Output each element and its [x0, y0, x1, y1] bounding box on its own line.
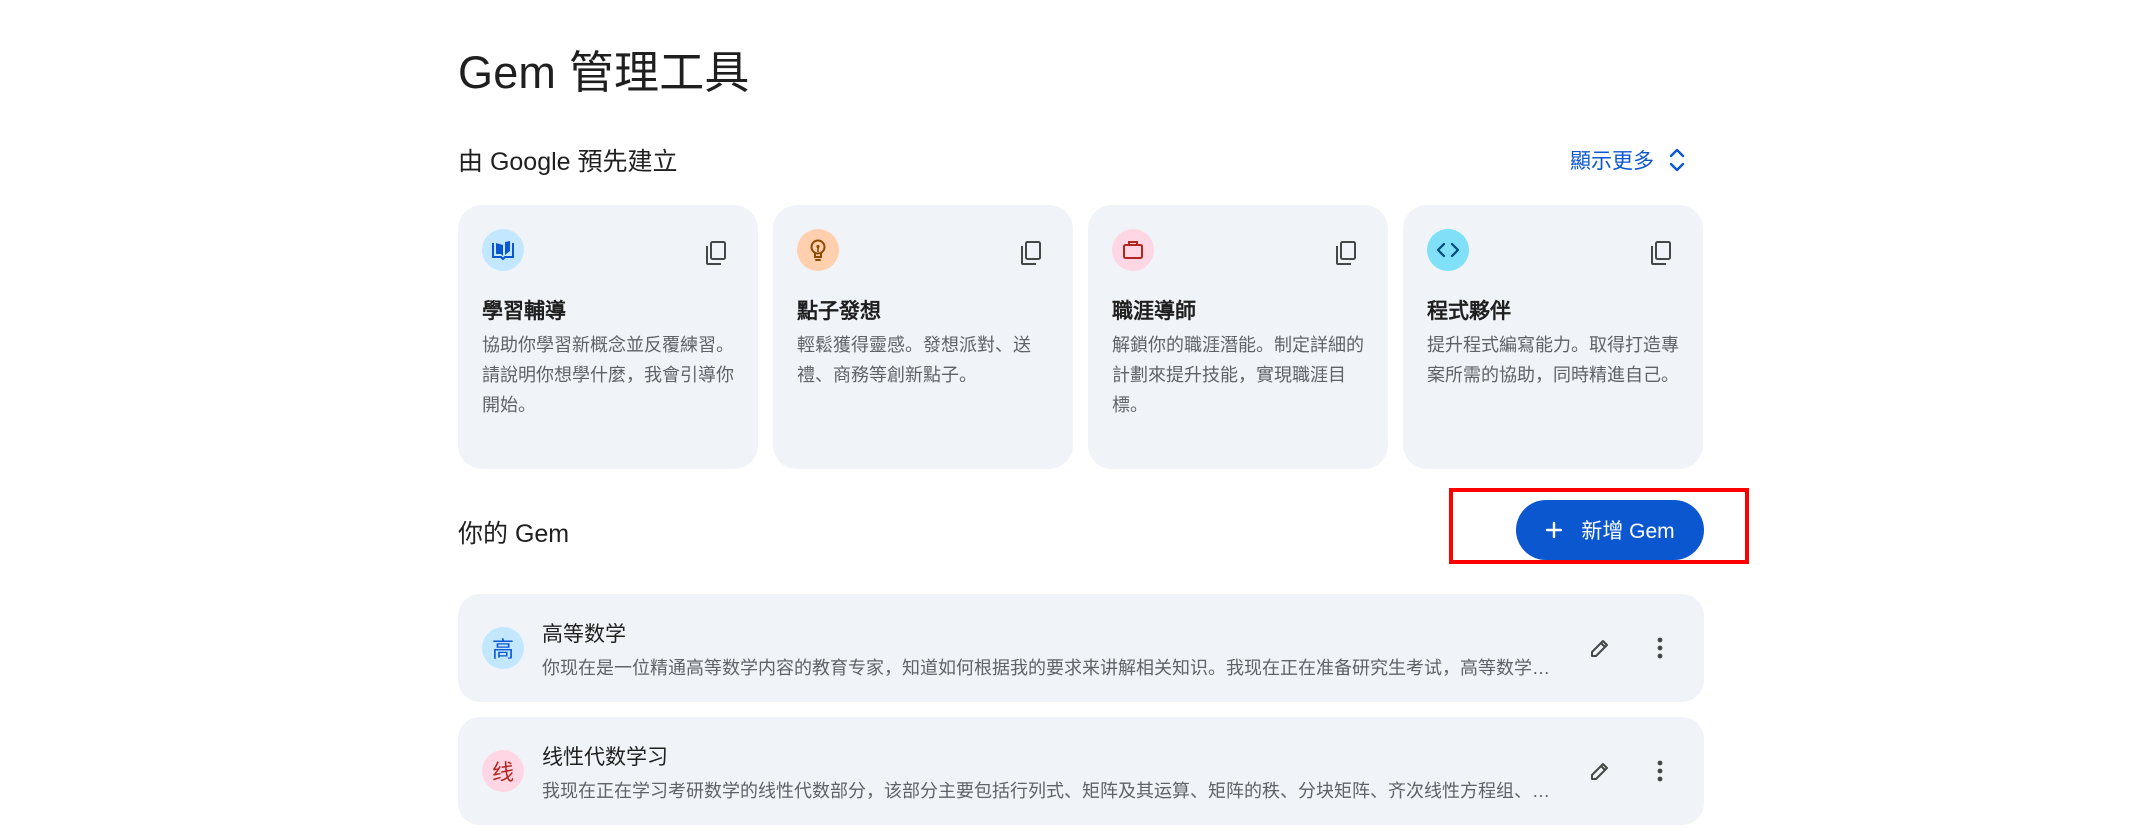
my-gems-section-title: 你的 Gem [458, 520, 570, 548]
premade-header: 由 Google 預先建立 顯示更多 [458, 142, 1704, 178]
show-more-button[interactable]: 顯示更多 [1570, 145, 1686, 175]
more-vert-icon[interactable] [1640, 628, 1680, 668]
unfold-more-icon [1669, 148, 1685, 172]
gem-manager-page: Gem 管理工具 由 Google 預先建立 顯示更多 學習輔導 協助你學習新概… [0, 0, 2153, 830]
gem-avatar: 线 [482, 750, 524, 792]
card-title: 點子發想 [797, 300, 881, 323]
highlight-box [1449, 488, 1749, 564]
premade-cards: 學習輔導 協助你學習新概念並反覆練習。請說明你想學什麼，我會引導你開始。 點子發… [458, 205, 1704, 469]
gem-avatar: 高 [482, 627, 524, 669]
gem-name: 高等数学 [542, 623, 626, 646]
premade-card-coding-partner[interactable]: 程式夥伴 提升程式編寫能力。取得打造專案所需的協助，同時精進自己。 [1403, 205, 1703, 469]
briefcase-icon [1112, 229, 1154, 271]
pencil-icon[interactable] [1580, 628, 1620, 668]
more-vert-icon[interactable] [1640, 751, 1680, 791]
gem-row[interactable]: 线 线性代数学习 我现在正在学习考研数学的线性代数部分，该部分主要包括行列式、矩… [458, 717, 1704, 825]
card-description: 協助你學習新概念並反覆練習。請說明你想學什麼，我會引導你開始。 [482, 335, 734, 415]
book-icon [482, 229, 524, 271]
code-icon [1427, 229, 1469, 271]
pencil-icon[interactable] [1580, 751, 1620, 791]
premade-section-title: 由 Google 預先建立 [458, 148, 678, 176]
show-more-label: 顯示更多 [1570, 150, 1654, 173]
card-title: 學習輔導 [482, 300, 566, 323]
premade-card-brainstormer[interactable]: 點子發想 輕鬆獲得靈感。發想派對、送禮、商務等創新點子。 [773, 205, 1073, 469]
gem-description: 你现在是一位精通高等数学内容的教育专家，知道如何根据我的要求来讲解相关知识。我现… [542, 658, 1550, 678]
premade-card-learning-coach[interactable]: 學習輔導 協助你學習新概念並反覆練習。請說明你想學什麼，我會引導你開始。 [458, 205, 758, 469]
card-title: 程式夥伴 [1427, 300, 1511, 323]
card-description: 解鎖你的職涯潛能。制定詳細的計劃來提升技能，實現職涯目標。 [1112, 335, 1364, 415]
card-description: 輕鬆獲得靈感。發想派對、送禮、商務等創新點子。 [797, 335, 1031, 385]
gem-description: 我现在正在学习考研数学的线性代数部分，该部分主要包括行列式、矩阵及其运算、矩阵的… [542, 781, 1550, 801]
copy-icon[interactable] [1011, 233, 1051, 273]
copy-icon[interactable] [1326, 233, 1366, 273]
card-description: 提升程式編寫能力。取得打造專案所需的協助，同時精進自己。 [1427, 335, 1679, 385]
gem-name: 线性代数学习 [542, 746, 668, 769]
card-title: 職涯導師 [1112, 300, 1196, 323]
premade-card-career-guide[interactable]: 職涯導師 解鎖你的職涯潛能。制定詳細的計劃來提升技能，實現職涯目標。 [1088, 205, 1388, 469]
gem-row[interactable]: 高 高等数学 你现在是一位精通高等数学内容的教育专家，知道如何根据我的要求来讲解… [458, 594, 1704, 702]
copy-icon[interactable] [696, 233, 736, 273]
page-title: Gem 管理工具 [458, 47, 750, 98]
copy-icon[interactable] [1641, 233, 1681, 273]
lightbulb-icon [797, 229, 839, 271]
